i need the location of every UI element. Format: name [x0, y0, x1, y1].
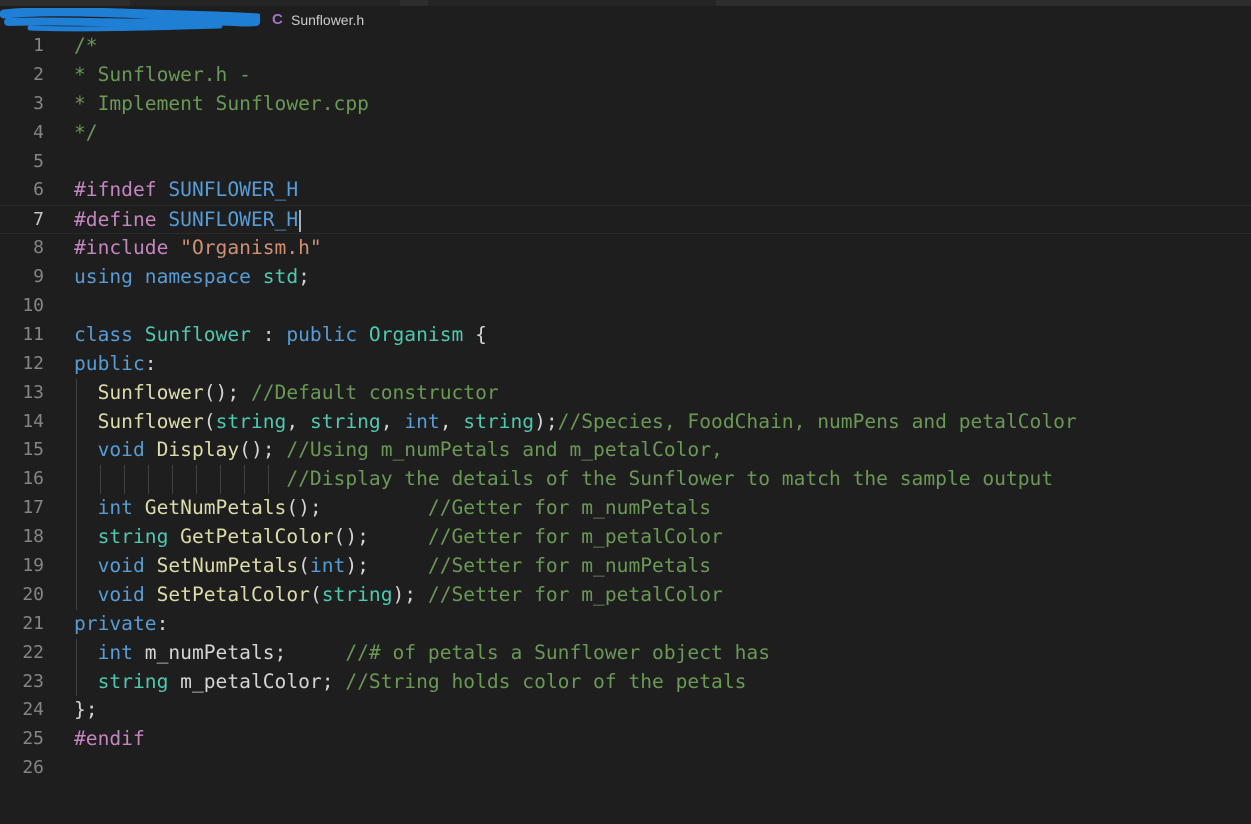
code-line[interactable]: 6 #ifndef SUNFLOWER_H	[0, 176, 1251, 205]
line-number: 10	[22, 295, 44, 317]
code-text: public:	[74, 351, 157, 375]
line-number: 11	[22, 323, 44, 345]
code-line[interactable]: 14 Sunflower(string, string, int, string…	[0, 407, 1251, 437]
code-text: Sunflower(string, string, int, string);/…	[97, 409, 1077, 433]
code-text: using namespace std;	[74, 265, 310, 289]
indent-guide	[76, 465, 77, 495]
code-text: class Sunflower : public Organism {	[74, 322, 487, 346]
code-line[interactable]: 24};	[0, 696, 1251, 725]
code-line[interactable]: 2 * Sunflower.h -	[0, 61, 1251, 90]
line-number: 7	[33, 209, 44, 231]
code-line[interactable]: 25 #endif	[0, 725, 1251, 754]
line-number: 13	[22, 381, 44, 403]
code-line[interactable]: 1 /*	[0, 32, 1251, 61]
indent-guide	[196, 465, 197, 495]
line-number: 5	[33, 150, 44, 172]
code-line[interactable]: 8 #include "Organism.h"	[0, 234, 1251, 263]
redacted-path-scribble	[0, 8, 260, 32]
indent-guide	[124, 465, 125, 495]
line-number: 17	[22, 497, 44, 519]
line-number: 20	[22, 583, 44, 605]
text-cursor	[299, 209, 302, 232]
line-number: 1	[33, 35, 44, 56]
indent-guide	[76, 638, 77, 668]
line-number: 23	[22, 670, 44, 692]
code-text: #include "Organism.h"	[74, 236, 322, 260]
code-line[interactable]: 11 class Sunflower : public Organism {	[0, 321, 1251, 350]
code-line[interactable]: 18 string GetPetalColor(); //Getter for …	[0, 523, 1251, 553]
line-number: 19	[22, 555, 44, 577]
code-line[interactable]: 3 * Implement Sunflower.cpp	[0, 90, 1251, 119]
code-text: void SetNumPetals(int); //Setter for m_n…	[97, 554, 712, 578]
code-text: #endif	[74, 727, 145, 751]
code-text: #ifndef SUNFLOWER_H	[74, 178, 299, 202]
code-text: string GetPetalColor(); //Getter for m_p…	[97, 525, 723, 549]
line-number: 9	[33, 266, 44, 288]
line-number: 12	[22, 352, 44, 374]
indent-guide	[76, 667, 77, 697]
line-number: 2	[33, 63, 44, 85]
indent-guide	[76, 552, 77, 581]
line-number: 6	[33, 179, 44, 201]
line-number: 26	[22, 757, 44, 779]
line-number: 16	[22, 468, 44, 490]
indent-guide	[244, 465, 245, 495]
line-number: 14	[22, 410, 44, 432]
code-text: */	[74, 120, 98, 144]
indent-guide	[76, 436, 77, 466]
code-line[interactable]: 17 int GetNumPetals(); //Getter for m_nu…	[0, 494, 1251, 524]
code-text: * Sunflower.h -	[74, 62, 251, 86]
code-text: int m_numPetals; //# of petals a Sunflow…	[97, 640, 770, 664]
code-text: string m_petalColor; //String holds colo…	[97, 669, 747, 693]
code-line[interactable]: 10	[0, 292, 1251, 321]
code-text: * Implement Sunflower.cpp	[74, 91, 369, 115]
code-line[interactable]: 21 private:	[0, 610, 1251, 639]
line-number: 4	[33, 121, 44, 143]
indent-guide	[76, 378, 77, 408]
code-text: #define SUNFLOWER_H	[74, 206, 302, 235]
code-text: private:	[74, 611, 169, 635]
code-line[interactable]: 4 */	[0, 119, 1251, 148]
line-number: 18	[22, 526, 44, 548]
breadcrumb: C Sunflower.h	[0, 6, 1251, 34]
code-line[interactable]: 22 int m_numPetals; //# of petals a Sunf…	[0, 638, 1251, 668]
code-line[interactable]: 13 Sunflower(); //Default constructor	[0, 378, 1251, 408]
indent-guide	[100, 465, 101, 495]
indent-guide	[76, 580, 77, 610]
line-number: 21	[22, 612, 44, 634]
indent-guide	[76, 494, 77, 524]
line-number: 22	[22, 641, 44, 663]
code-area[interactable]: 1 /* 2 * Sunflower.h - 3 * Implement Sunflowe…	[0, 32, 1251, 783]
indent-guide	[172, 465, 173, 495]
code-editor[interactable]: C Sunflower.h 1 /* 2 * Sunflower.h - 3 * Impl…	[0, 0, 1251, 824]
code-text: };	[74, 698, 98, 722]
code-line[interactable]: 26	[0, 754, 1251, 783]
code-line[interactable]: 15 void Display(); //Using m_numPetals a…	[0, 436, 1251, 466]
line-number: 8	[33, 237, 44, 259]
c-file-icon: C	[272, 11, 283, 28]
code-text: int GetNumPetals(); //Getter for m_numPe…	[97, 496, 712, 520]
code-line[interactable]: 5	[0, 148, 1251, 177]
indent-guide	[148, 465, 149, 495]
code-text: Sunflower(); //Default constructor	[97, 380, 499, 404]
line-number: 24	[22, 699, 44, 721]
line-number: 15	[22, 439, 44, 461]
code-text: void Display(); //Using m_numPetals and …	[97, 438, 723, 462]
code-line[interactable]: 19 void SetNumPetals(int); //Setter for …	[0, 552, 1251, 581]
code-line[interactable]: 7 #define SUNFLOWER_H	[0, 205, 1251, 235]
indent-guide	[76, 523, 77, 553]
indent-guide	[268, 465, 269, 495]
code-line[interactable]: 12 public:	[0, 350, 1251, 379]
code-line[interactable]: 23 string m_petalColor; //String holds c…	[0, 667, 1251, 697]
line-number: 25	[22, 728, 44, 750]
code-line[interactable]: 20 void SetPetalColor(string); //Setter …	[0, 580, 1251, 610]
indent-guide	[220, 465, 221, 495]
indent-guide	[76, 407, 77, 437]
code-text: void SetPetalColor(string); //Setter for…	[97, 582, 723, 606]
code-line[interactable]: 16 //Display the details of the Sunflowe…	[0, 465, 1251, 495]
code-line[interactable]: 9 using namespace std;	[0, 263, 1251, 292]
code-text: /*	[74, 34, 98, 57]
line-number: 3	[33, 92, 44, 114]
breadcrumb-file-name[interactable]: Sunflower.h	[291, 12, 364, 28]
